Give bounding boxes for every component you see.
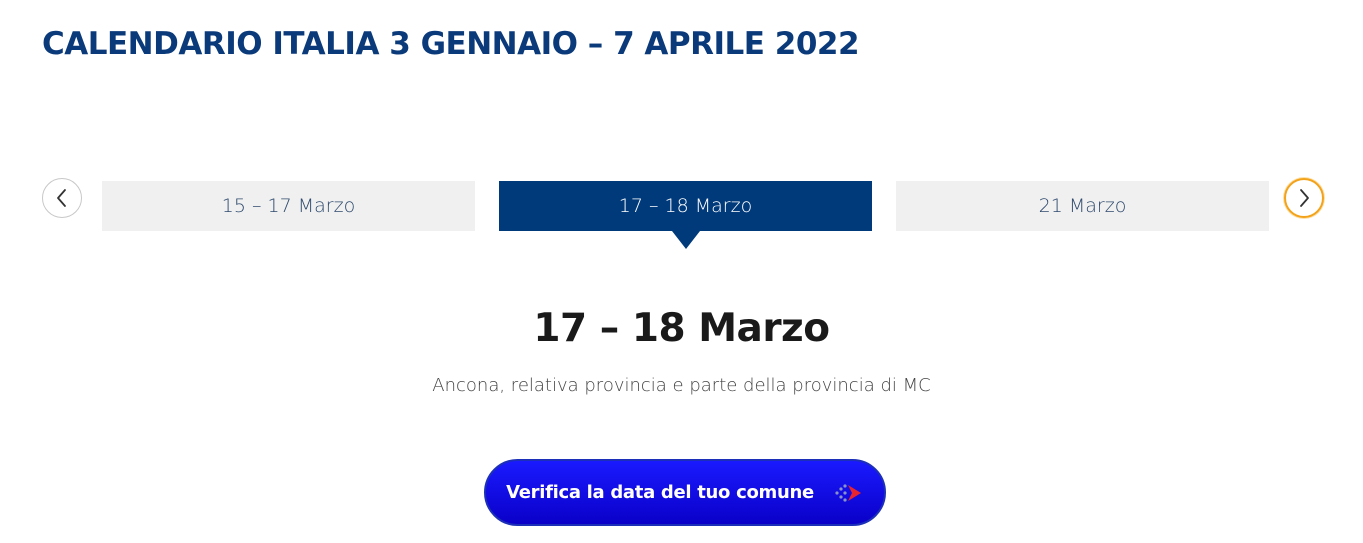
detail-heading: 17 – 18 Marzo xyxy=(533,306,830,351)
tab-label: 15 – 17 Marzo xyxy=(221,195,356,217)
tab-17-18-marzo[interactable]: 17 – 18 Marzo xyxy=(499,181,872,249)
chevron-left-icon xyxy=(57,189,66,207)
carousel-next-button[interactable] xyxy=(1284,178,1324,218)
tab-15-17-marzo[interactable]: 15 – 17 Marzo xyxy=(102,181,475,231)
page: CALENDARIO ITALIA 3 GENNAIO – 7 APRILE 2… xyxy=(0,0,1363,543)
tab-label: 17 – 18 Marzo xyxy=(618,195,753,217)
tab-label: 21 Marzo xyxy=(1038,195,1127,217)
verify-date-button-label: Verifica la data del tuo comune xyxy=(506,482,814,503)
arrow-forward-icon xyxy=(835,483,861,502)
carousel-prev-button[interactable] xyxy=(42,178,82,218)
chevron-right-icon xyxy=(1300,189,1309,207)
tab-21-marzo[interactable]: 21 Marzo xyxy=(896,181,1269,231)
detail-description: Ancona, relativa provincia e parte della… xyxy=(432,375,931,396)
verify-date-button[interactable]: Verifica la data del tuo comune xyxy=(484,459,886,526)
active-tab-pointer xyxy=(671,231,700,249)
page-title: CALENDARIO ITALIA 3 GENNAIO – 7 APRILE 2… xyxy=(42,26,860,62)
